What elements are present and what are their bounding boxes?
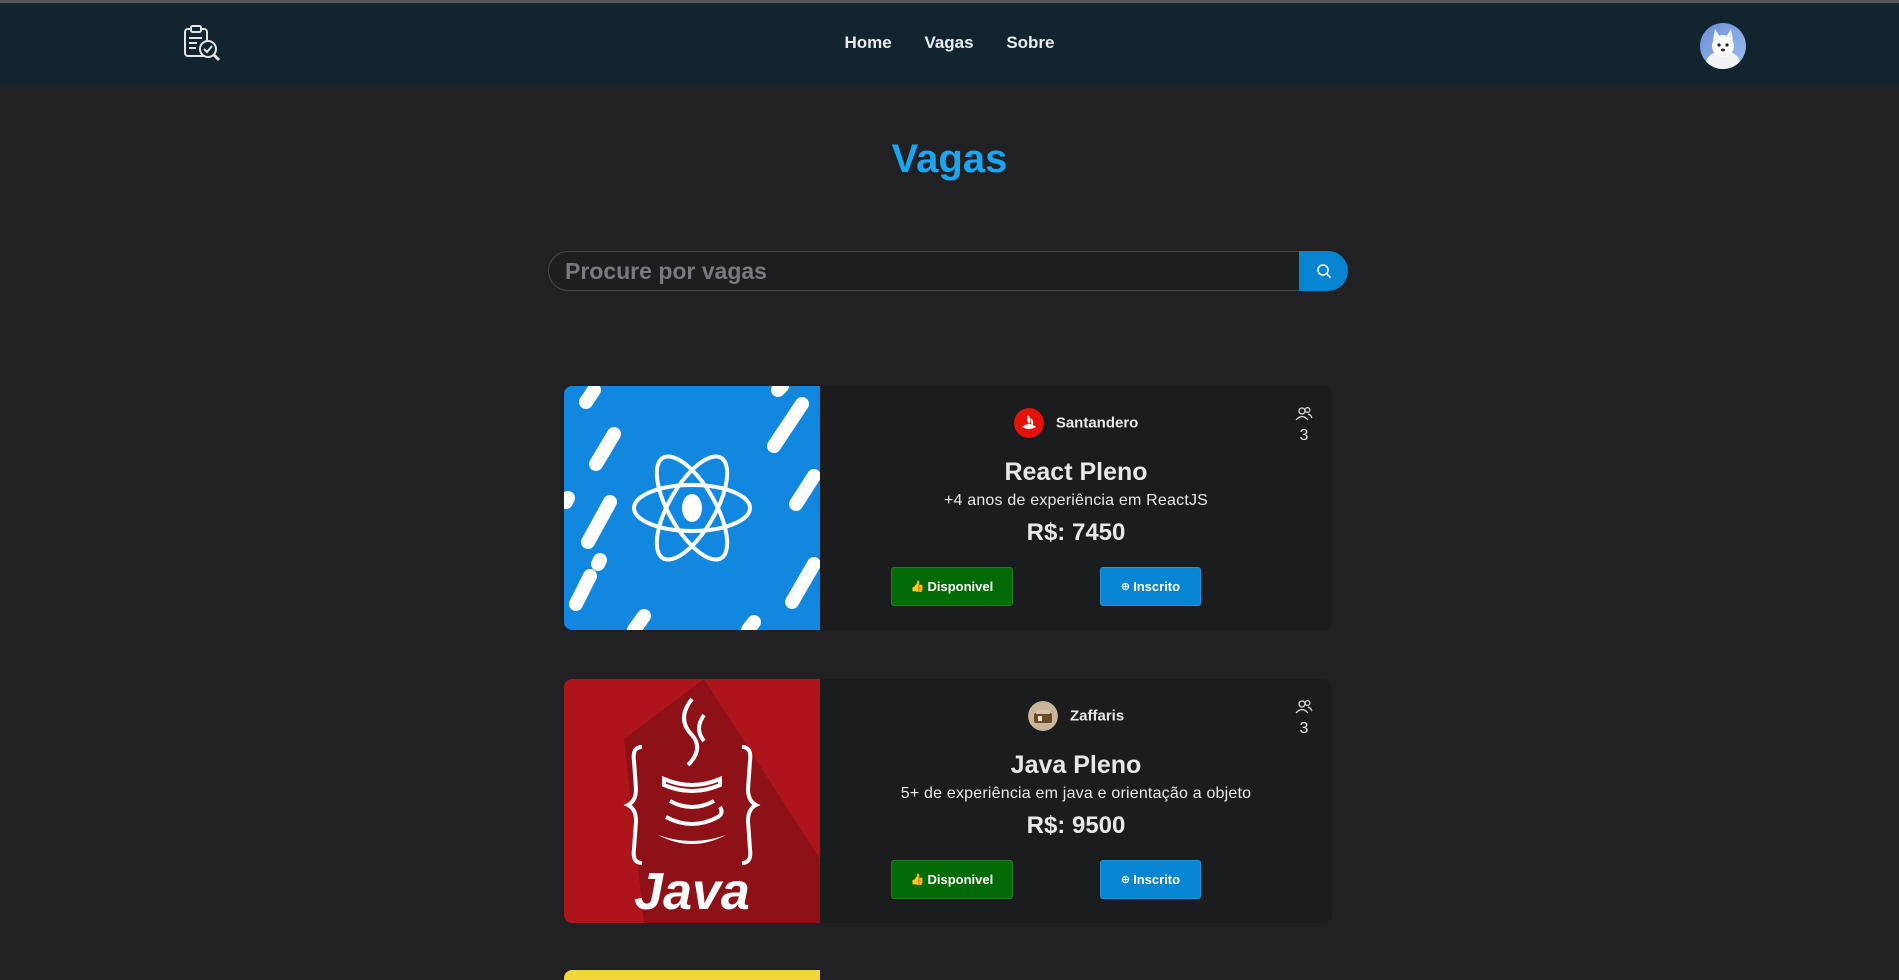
navbar: Home Vagas Sobre — [0, 3, 1899, 85]
job-image — [564, 386, 820, 630]
svg-text:Java: Java — [634, 863, 750, 921]
company-info: Zaffaris — [820, 701, 1332, 731]
thumbs-up-icon: 👍 — [910, 581, 925, 593]
plus-circle-icon: ⊕ — [1120, 581, 1131, 593]
company-name: Zaffaris — [1069, 707, 1125, 725]
job-card[interactable]: Santandero 3 React Pleno +4 anos de expe… — [564, 386, 1332, 630]
job-title: Java Pleno — [1010, 751, 1142, 779]
job-card-body: Zaffaris 3 Java Pleno 5+ de experiência … — [820, 679, 1332, 923]
available-label: Disponivel — [927, 872, 994, 887]
page-title: Vagas — [891, 137, 1008, 181]
applicants-count: 3 — [1292, 699, 1316, 738]
applicants-count: 3 — [1292, 406, 1316, 445]
react-logo-icon — [564, 386, 820, 630]
subscribed-button[interactable]: ⊕ Inscrito — [1100, 567, 1201, 606]
available-label: Disponivel — [927, 579, 994, 594]
subscribed-label: Inscrito — [1133, 872, 1181, 887]
search-icon — [1316, 264, 1331, 279]
search-button[interactable] — [1299, 251, 1348, 291]
java-logo-icon: Java — [564, 679, 820, 923]
job-image: Java — [564, 679, 820, 923]
thumbs-up-icon: 👍 — [910, 874, 925, 886]
zaffaris-logo-icon — [1027, 701, 1058, 731]
search-input[interactable] — [548, 251, 1300, 291]
users-icon — [1295, 406, 1313, 421]
subscribed-button[interactable]: ⊕ Inscrito — [1100, 860, 1201, 899]
dog-avatar-icon — [1706, 29, 1740, 69]
company-name: Santandero — [1055, 414, 1139, 432]
job-description: 5+ de experiência em java e orientação a… — [900, 785, 1252, 802]
search-bar — [548, 251, 1348, 291]
nav-vagas-link[interactable]: Vagas — [924, 33, 973, 52]
job-salary: R$: 7450 — [1026, 519, 1126, 546]
job-title: React Pleno — [1004, 458, 1148, 486]
subscribed-label: Inscrito — [1133, 579, 1181, 594]
main-nav: Home Vagas Sobre — [0, 33, 1899, 53]
job-salary: R$: 9500 — [1026, 812, 1126, 839]
nav-home-link[interactable]: Home — [844, 33, 891, 52]
applicants-number: 3 — [1299, 720, 1309, 737]
job-card-partial[interactable] — [564, 970, 820, 980]
job-card[interactable]: Java Zaffaris 3 Java Pleno 5+ de experiê… — [564, 679, 1332, 923]
santander-logo-icon — [1013, 408, 1044, 438]
job-description: +4 anos de experiência em ReactJS — [943, 492, 1209, 509]
available-button[interactable]: 👍 Disponivel — [891, 567, 1013, 606]
company-info: Santandero — [820, 408, 1332, 438]
nav-sobre-link[interactable]: Sobre — [1006, 33, 1054, 52]
available-button[interactable]: 👍 Disponivel — [891, 860, 1013, 899]
users-icon — [1295, 699, 1313, 714]
job-card-body: Santandero 3 React Pleno +4 anos de expe… — [820, 386, 1332, 630]
plus-circle-icon: ⊕ — [1120, 874, 1131, 886]
user-avatar[interactable] — [1700, 23, 1746, 69]
applicants-number: 3 — [1299, 427, 1309, 444]
